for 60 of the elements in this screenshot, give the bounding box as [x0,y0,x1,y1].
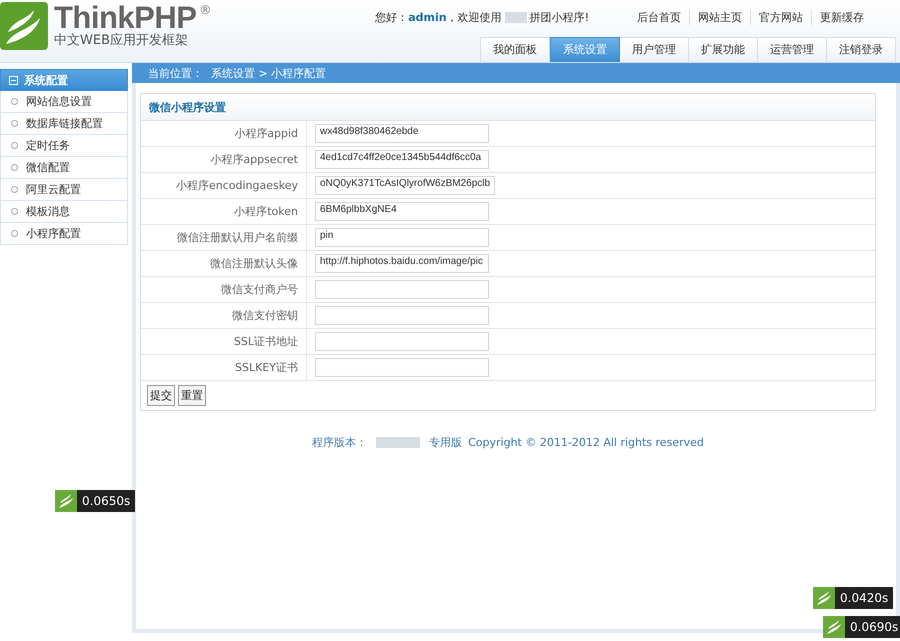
sidebar-item[interactable]: 数据库链接配置 [0,113,128,135]
trace-icon[interactable] [55,490,77,512]
breadcrumb-path: 系统设置 > 小程序配置 [211,66,326,80]
field-label: 微信支付密钥 [141,303,307,328]
collapse-icon [9,76,18,84]
nav-tab[interactable]: 用户管理 [620,37,689,62]
registered-mark: ® [199,2,212,18]
top-link[interactable]: 官方网站 [750,10,811,25]
sidebar-item[interactable]: 模板消息 [0,201,128,223]
sidebar-item[interactable]: 定时任务 [0,135,128,157]
top-link[interactable]: 更新缓存 [811,10,872,25]
field-label: 小程序token [141,199,307,224]
logo-icon [0,2,48,50]
nav-tab[interactable]: 注销登录 [827,37,896,62]
sidebar-item[interactable]: 阿里云配置 [0,179,128,201]
top-link[interactable]: 后台首页 [629,10,689,25]
timer-badge[interactable]: 0.0690s [845,616,900,638]
field-label: SSLKEY证书 [141,355,307,380]
input-field[interactable]: pin [315,228,489,247]
logo-tagline: 中文WEB应用开发框架 [54,34,189,48]
timer-badge[interactable]: 0.0650s [77,490,136,512]
input-field[interactable]: wx48d98f380462ebde [315,124,489,143]
reset-button[interactable]: 重置 [178,385,206,406]
logo-title: ThinkPHP [54,2,196,34]
input-field[interactable]: oNQ0yK371TcAsIQlyrofW6zBM26pclb [315,176,496,195]
greeting-text: 您好： [375,10,408,25]
input-field[interactable]: 6BM6plbbXgNE4 [315,202,489,221]
welcome-text: ，欢迎使用 [446,10,502,25]
sidebar-item[interactable]: 小程序配置 [0,223,128,245]
input-field[interactable] [315,358,489,377]
timer-badge[interactable]: 0.0420s [835,587,894,609]
top-link[interactable]: 网站主页 [689,10,750,25]
submit-button[interactable]: 提交 [147,385,175,406]
trace-icon[interactable] [823,616,845,638]
blurred-text [376,437,420,448]
edition-text: 专用版 [429,435,462,450]
input-field[interactable] [315,306,489,325]
blurred-text [504,12,527,23]
input-field[interactable]: http://f.hiphotos.baidu.com/image/pic [315,254,489,273]
input-field[interactable]: 4ed1cd7c4ff2e0ce1345b544df6cc0a [315,150,489,169]
trace-icon[interactable] [813,587,835,609]
field-label: SSL证书地址 [141,329,307,354]
field-label: 小程序appsecret [141,147,307,172]
copyright-text: Copyright © 2011-2012 All rights reserved [468,436,704,449]
breadcrumb-label: 当前位置： [148,66,203,80]
user-name: admin [408,11,447,24]
nav-tab[interactable]: 运营管理 [758,37,827,62]
field-label: 微信支付商户号 [141,277,307,302]
input-field[interactable] [315,280,489,299]
field-label: 小程序appid [141,121,307,146]
input-field[interactable] [315,332,489,351]
app-name: 拼团小程序! [530,10,589,25]
nav-tab[interactable]: 扩展功能 [689,37,758,62]
sidebar-item[interactable]: 网站信息设置 [0,91,128,113]
nav-tab[interactable]: 我的面板 [480,37,550,62]
version-label: 程序版本： [312,435,368,450]
field-label: 小程序encodingaeskey [141,173,307,198]
sidebar-item[interactable]: 微信配置 [0,157,128,179]
field-label: 微信注册默认用户名前缀 [141,225,307,250]
field-label: 微信注册默认头像 [141,251,307,276]
